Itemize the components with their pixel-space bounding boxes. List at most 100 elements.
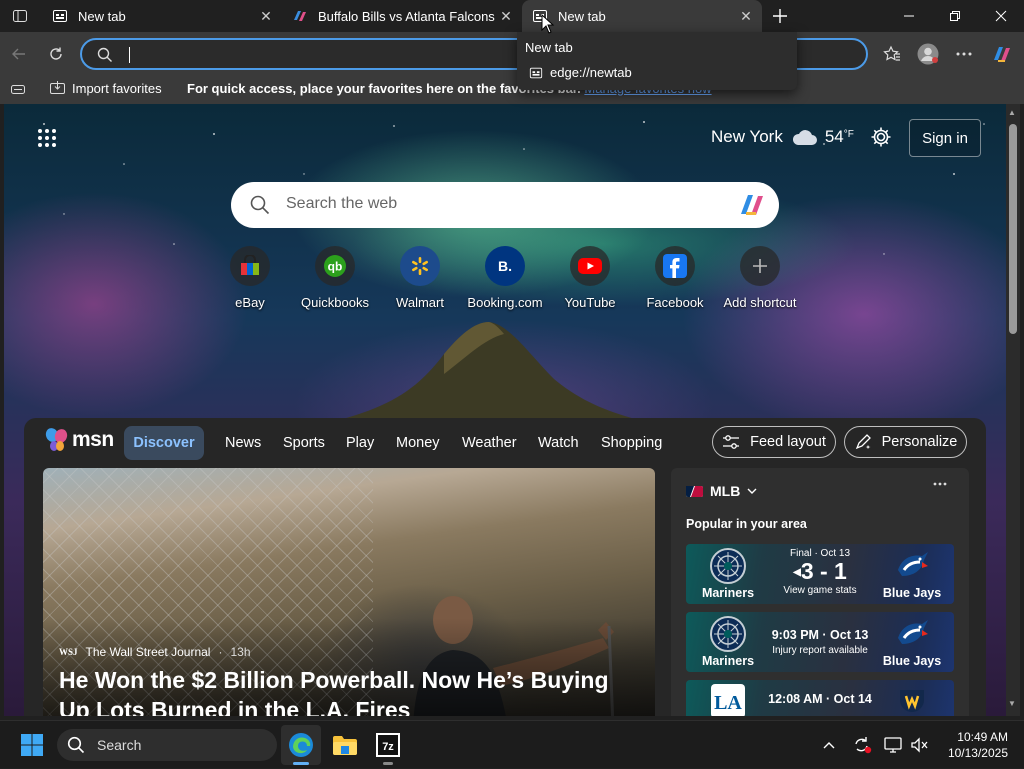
favorites-collections-icon[interactable] [10, 81, 26, 97]
system-clock[interactable]: 10:49 AM 10/13/2025 [938, 729, 1008, 761]
more-menu-icon[interactable] [948, 38, 980, 70]
folder-icon [333, 736, 357, 755]
tab-1-title: New tab [78, 8, 126, 24]
close-window-button[interactable] [978, 0, 1024, 32]
game-row[interactable]: Mariners 9:03 PM · Oct 13 Injury report … [686, 612, 954, 672]
weather-city: New York [711, 127, 783, 146]
import-favorites-label: Import favorites [72, 80, 162, 96]
game-center: Final · Oct 13 ◀3 - 1 View game stats [766, 548, 874, 596]
quick-link-label: Facebook [646, 295, 704, 310]
show-hidden-icons-icon[interactable] [816, 721, 842, 769]
tab-1-close-icon[interactable]: ✕ [258, 8, 274, 24]
tab-hover-card: New tab edge://newtab [517, 32, 797, 90]
taskbar-edge[interactable] [281, 725, 321, 765]
feed-layout-button[interactable]: Feed layout [712, 426, 836, 458]
tab-3-active[interactable]: New tab ✕ [522, 0, 762, 32]
quick-link-label: Quickbooks [301, 295, 369, 310]
tab-actions-icon[interactable] [4, 0, 36, 32]
tab-2-title: Buffalo Bills vs Atlanta Falcons - G [318, 8, 498, 24]
league-selector[interactable]: MLB [686, 483, 757, 499]
nav-play[interactable]: Play [346, 435, 374, 451]
weather-widget[interactable]: New York 54 °F [711, 127, 854, 147]
nav-weather[interactable]: Weather [462, 435, 517, 451]
dodgers-logo-icon: LA [711, 684, 745, 716]
apps-launcher-icon[interactable] [37, 128, 57, 148]
copilot-button[interactable] [986, 38, 1018, 70]
web-search-box[interactable]: Search the web [231, 182, 779, 228]
favorites-bar: Import favorites For quick access, place… [0, 76, 1024, 104]
game-row[interactable]: LA 12:08 AM · Oct 14 [686, 680, 954, 716]
start-button[interactable] [12, 725, 52, 765]
volume-muted-icon[interactable] [906, 721, 932, 769]
tab-3-close-icon[interactable]: ✕ [738, 8, 754, 24]
tab-hover-url: edge://newtab [550, 65, 632, 80]
game-center: 12:08 AM · Oct 14 [766, 692, 874, 706]
search-placeholder: Search the web [286, 195, 398, 212]
newtab-icon [52, 8, 68, 24]
game-status: 9:03 PM · Oct 13 [771, 628, 869, 642]
sync-alert-icon[interactable] [848, 721, 876, 769]
sports-card: MLB Popular in your area Mariners Final … [671, 468, 969, 716]
favorites-icon[interactable] [876, 38, 908, 70]
nav-news[interactable]: News [225, 435, 261, 451]
sign-in-button[interactable]: Sign in [909, 119, 981, 157]
scroll-down-icon[interactable]: ▼ [1008, 699, 1016, 708]
hero-headline[interactable]: He Won the $2 Billion Powerball. Now He’… [59, 665, 639, 716]
quick-link-booking[interactable]: B. Booking.com [460, 246, 550, 310]
quick-link-youtube[interactable]: YouTube [545, 246, 635, 310]
refresh-button[interactable] [40, 38, 72, 70]
open-indicator [383, 762, 393, 765]
quickbooks-icon: qb [315, 246, 355, 286]
game-row[interactable]: Mariners Final · Oct 13 ◀3 - 1 View game… [686, 544, 954, 604]
import-favorites-button[interactable]: Import favorites [49, 80, 162, 96]
back-button[interactable] [3, 38, 35, 70]
game-center: 9:03 PM · Oct 13 Injury report available [766, 628, 874, 656]
game-note: Injury report available [772, 645, 868, 656]
page-settings-icon[interactable] [870, 126, 892, 148]
quick-link-quickbooks[interactable]: qb Quickbooks [290, 246, 380, 310]
tab-2-close-icon[interactable]: ✕ [498, 8, 514, 24]
minimize-button[interactable] [886, 0, 932, 32]
add-shortcut-button[interactable]: Add shortcut [715, 246, 805, 310]
quick-link-facebook[interactable]: Facebook [630, 246, 720, 310]
quick-link-label: Walmart [396, 295, 444, 310]
nav-shopping[interactable]: Shopping [601, 435, 662, 451]
mariners-logo-icon [710, 548, 746, 584]
taskbar-7zip[interactable]: 7z [368, 725, 408, 765]
weather-temp: 54 [824, 127, 844, 146]
bluejays-logo-icon [894, 548, 930, 584]
taskbar: Search 7z 10:49 AM 10/13/2025 [0, 720, 1024, 768]
plus-icon [740, 246, 780, 286]
nav-money[interactable]: Money [396, 435, 440, 451]
taskbar-file-explorer[interactable] [325, 725, 365, 765]
copilot-icon [292, 8, 308, 24]
hero-article-card[interactable]: WSJ The Wall Street Journal · 13h He Won… [43, 468, 655, 716]
restore-button[interactable] [932, 0, 978, 32]
game-score: 3 - 1 [800, 558, 847, 584]
monitor-icon[interactable] [880, 721, 906, 769]
tab-1[interactable]: New tab ✕ [42, 0, 282, 32]
copilot-search-icon[interactable] [737, 190, 767, 220]
tab-2[interactable]: Buffalo Bills vs Atlanta Falcons - G ✕ [282, 0, 522, 32]
import-icon [49, 80, 66, 96]
scroll-up-icon[interactable]: ▲ [1008, 108, 1016, 117]
quick-link-ebay[interactable]: eBay [205, 246, 295, 310]
personalize-button[interactable]: Personalize [844, 426, 967, 458]
nav-discover[interactable]: Discover [124, 426, 204, 460]
taskbar-search[interactable]: Search [57, 729, 277, 761]
personalize-label: Personalize [881, 434, 958, 450]
away-team: Blue Jays [872, 548, 952, 600]
scrollbar-thumb[interactable] [1009, 124, 1017, 334]
new-tab-page: New York 54 °F Sign in Search the web eB… [4, 104, 1006, 716]
feed-layout-label: Feed layout [750, 434, 826, 450]
nav-sports[interactable]: Sports [283, 435, 325, 451]
msn-logo[interactable]: msn [44, 427, 114, 453]
quick-link-walmart[interactable]: Walmart [375, 246, 465, 310]
new-tab-button[interactable] [764, 0, 796, 32]
card-more-icon[interactable] [933, 482, 947, 486]
cloud-icon [791, 128, 817, 146]
profile-avatar[interactable] [912, 38, 944, 70]
game-note: View game stats [783, 585, 857, 596]
nav-watch[interactable]: Watch [538, 435, 579, 451]
msn-brand: msn [72, 428, 114, 451]
